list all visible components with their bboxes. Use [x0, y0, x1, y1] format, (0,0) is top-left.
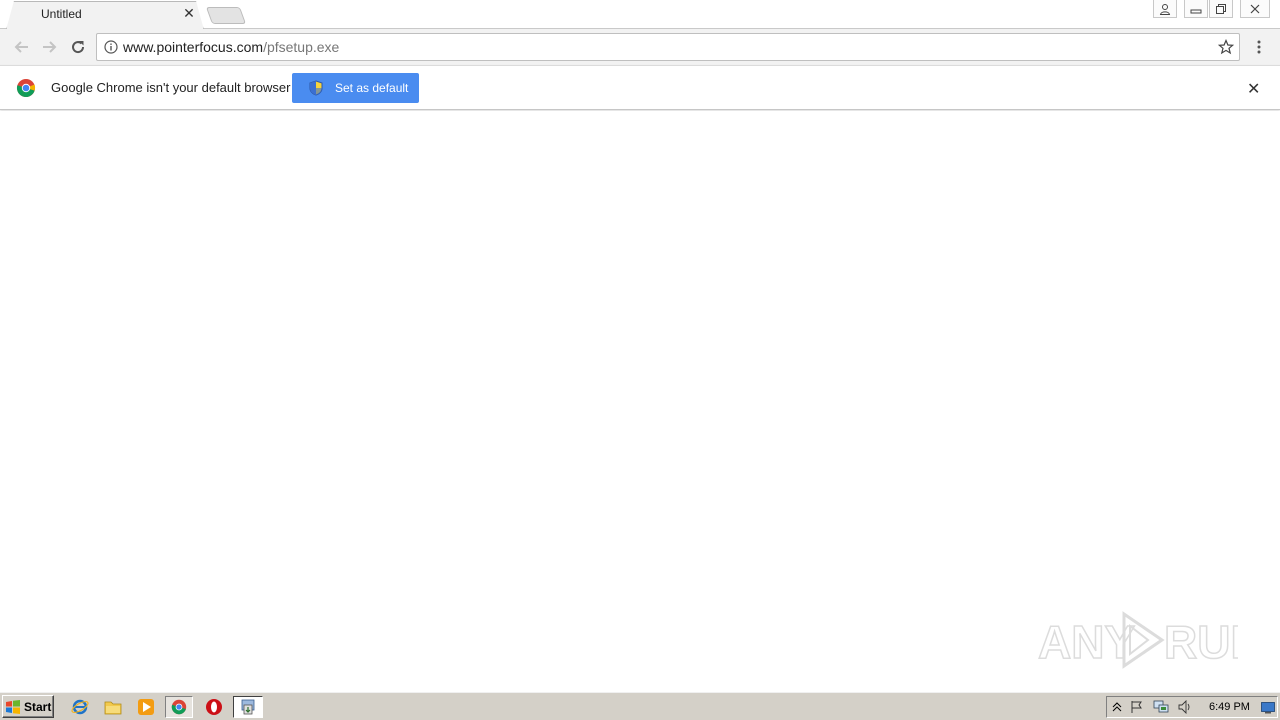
close-window-button[interactable]	[1240, 0, 1270, 18]
chrome-taskbar-icon	[171, 699, 187, 715]
tab-strip: Untitled ✕	[0, 0, 1280, 30]
info-icon[interactable]	[104, 40, 118, 54]
tab-title: Untitled	[41, 7, 82, 21]
set-as-default-label: Set as default	[335, 81, 409, 95]
taskbar-app-button[interactable]	[233, 696, 263, 718]
internet-explorer-icon[interactable]	[70, 697, 90, 717]
address-bar[interactable]: www.pointerfocus.com/pfsetup.exe	[96, 33, 1240, 61]
watermark-text-left: ANY	[1038, 616, 1135, 668]
restore-button[interactable]	[1209, 0, 1233, 18]
uac-shield-icon	[309, 80, 323, 96]
back-button[interactable]	[10, 35, 34, 59]
clock: 6:49 PM	[1209, 701, 1250, 713]
taskbar-chrome-button[interactable]	[165, 696, 193, 718]
show-desktop-icon[interactable]	[1261, 702, 1275, 714]
arrow-left-icon	[14, 41, 28, 53]
taskbar: Start 6:49 PM	[0, 692, 1280, 720]
set-as-default-button[interactable]: Set as default	[292, 73, 419, 103]
profile-button[interactable]	[1153, 0, 1177, 18]
anyrun-logo-icon: ANY RUN	[1037, 611, 1264, 669]
star-icon[interactable]	[1218, 39, 1234, 55]
chrome-logo-icon	[16, 79, 36, 98]
network-icon[interactable]	[1153, 700, 1169, 714]
kebab-menu-icon	[1257, 40, 1261, 54]
default-browser-infobar: Google Chrome isn't your default browser…	[0, 65, 1280, 110]
start-button[interactable]: Start	[2, 695, 54, 718]
flag-icon[interactable]	[1130, 700, 1144, 714]
tab-untitled[interactable]	[6, 1, 204, 30]
url-text: www.pointerfocus.com/pfsetup.exe	[123, 39, 339, 55]
infobar-message: Google Chrome isn't your default browser	[51, 80, 291, 95]
windows-logo-icon	[6, 699, 20, 714]
watermark: ANY RUN	[1037, 608, 1264, 670]
media-player-icon[interactable]	[136, 697, 156, 717]
person-icon	[1159, 3, 1171, 15]
url-host: www.pointerfocus.com	[123, 39, 264, 55]
volume-icon[interactable]	[1178, 700, 1192, 714]
file-explorer-icon[interactable]	[103, 697, 123, 717]
reload-button[interactable]	[66, 35, 90, 59]
toolbar: www.pointerfocus.com/pfsetup.exe	[0, 29, 1280, 65]
forward-button[interactable]	[37, 35, 61, 59]
tray-expand-icon[interactable]	[1112, 702, 1122, 712]
restore-icon	[1216, 3, 1226, 14]
start-label: Start	[24, 699, 52, 714]
tab-close-icon[interactable]: ✕	[182, 6, 196, 22]
system-tray: 6:49 PM	[1106, 696, 1278, 718]
minimize-button[interactable]	[1184, 0, 1208, 18]
infobar-close-icon[interactable]: ✕	[1247, 79, 1260, 98]
menu-button[interactable]	[1247, 35, 1271, 59]
opera-icon[interactable]	[204, 697, 224, 717]
reload-icon	[72, 41, 85, 54]
watermark-text-right: RUN	[1164, 616, 1238, 668]
close-icon	[1250, 4, 1260, 13]
arrow-right-icon	[43, 41, 57, 53]
minimize-icon	[1190, 9, 1202, 13]
page-content	[0, 111, 1280, 692]
new-tab-button[interactable]	[205, 7, 247, 24]
url-path: /pfsetup.exe	[263, 39, 340, 55]
installer-icon	[241, 699, 255, 715]
